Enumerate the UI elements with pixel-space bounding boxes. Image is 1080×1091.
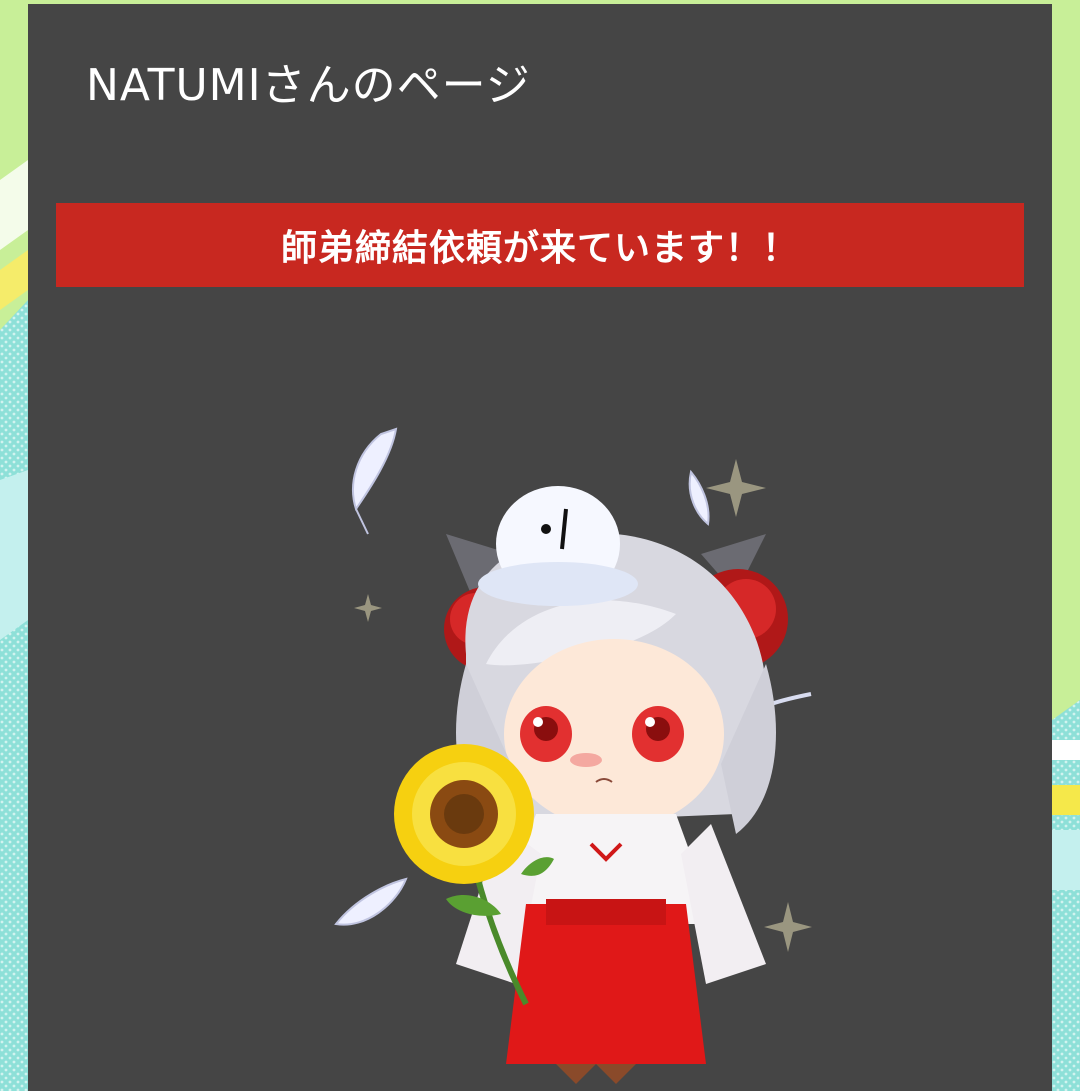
avatar-image — [334, 427, 812, 1084]
apprentice-request-banner[interactable]: 師弟締結依頼が来ています！！ — [56, 203, 1024, 287]
white-bird-icon — [478, 486, 638, 606]
profile-panel: NATUMIさんのページ 師弟締結依頼が来ています！！ — [28, 4, 1052, 1091]
page-title: NATUMIさんのページ — [86, 60, 531, 111]
